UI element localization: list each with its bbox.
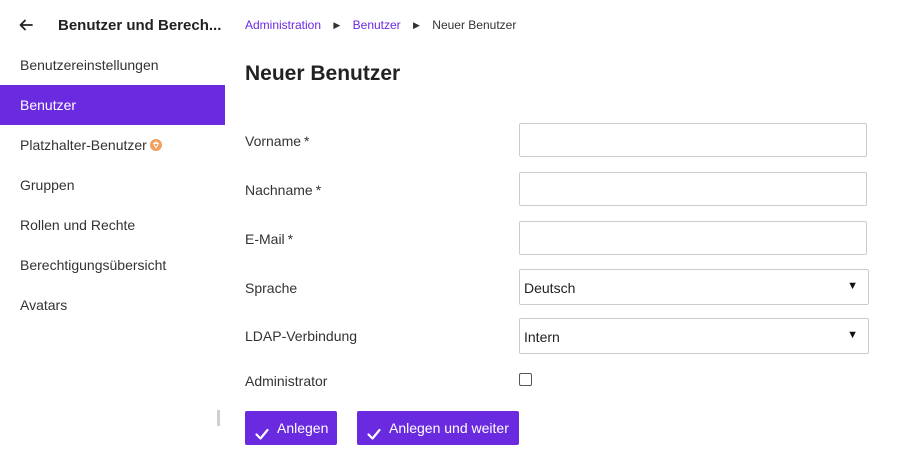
firstname-label: Vorname * xyxy=(245,133,310,149)
sidebar-item-label: Berechtigungsübersicht xyxy=(20,257,167,273)
lastname-label: Nachname * xyxy=(245,182,321,198)
arrow-left-icon[interactable] xyxy=(18,17,34,33)
ldap-label: LDAP-Verbindung xyxy=(245,328,358,344)
lastname-field[interactable] xyxy=(519,172,867,206)
email-label-text: E-Mail xyxy=(245,231,285,247)
sidebar-item-label: Rollen und Rechte xyxy=(20,217,136,233)
sidebar-item-label: Benutzereinstellungen xyxy=(20,57,159,73)
language-select-value: Deutsch xyxy=(524,280,576,296)
sidebar-item-groups[interactable]: Gruppen xyxy=(0,165,225,205)
chevron-down-icon: ▼ xyxy=(847,280,858,292)
caret-right-icon: ▶ xyxy=(413,20,420,30)
lastname-label-text: Nachname xyxy=(245,182,313,198)
sidebar-nav: Benutzereinstellungen Benutzer Platzhalt… xyxy=(0,45,225,325)
create-button-label: Anlegen xyxy=(277,420,329,436)
admin-checkbox[interactable] xyxy=(519,373,532,386)
sidebar-item-label: Platzhalter-Benutzer xyxy=(20,137,147,153)
sidebar-item-user-settings[interactable]: Benutzereinstellungen xyxy=(0,45,225,85)
sidebar-item-placeholder-users[interactable]: Platzhalter-Benutzer xyxy=(0,125,225,165)
admin-label: Administrator xyxy=(245,373,328,389)
ldap-select[interactable]: Intern ▼ xyxy=(519,318,869,354)
required-marker: * xyxy=(287,231,294,247)
sidebar-item-avatars[interactable]: Avatars xyxy=(0,285,225,325)
breadcrumb-current: Neuer Benutzer xyxy=(432,18,517,32)
enterprise-badge-icon xyxy=(149,139,162,152)
create-and-continue-button[interactable]: Anlegen und weiter xyxy=(357,411,519,445)
breadcrumb: Administration ▶ Benutzer ▶ Neuer Benutz… xyxy=(245,18,516,32)
email-field[interactable] xyxy=(519,221,867,255)
sidebar-item-label: Avatars xyxy=(20,297,68,313)
sidebar: Benutzer und Berech... Benutzereinstellu… xyxy=(0,0,225,463)
sidebar-item-permissions-overview[interactable]: Berechtigungsübersicht xyxy=(0,245,225,285)
checkmark-icon xyxy=(254,420,270,440)
breadcrumb-link-users[interactable]: Benutzer xyxy=(353,18,401,32)
sidebar-item-label: Benutzer xyxy=(20,97,77,113)
language-label: Sprache xyxy=(245,280,298,296)
email-label: E-Mail * xyxy=(245,231,293,247)
sidebar-item-roles[interactable]: Rollen und Rechte xyxy=(0,205,225,245)
sidebar-title: Benutzer und Berech... xyxy=(58,17,222,34)
page-title: Neuer Benutzer xyxy=(245,62,401,85)
required-marker: * xyxy=(315,182,322,198)
create-button[interactable]: Anlegen xyxy=(245,411,337,445)
sidebar-header: Benutzer und Berech... xyxy=(0,0,225,50)
create-and-continue-button-label: Anlegen und weiter xyxy=(389,420,509,436)
breadcrumb-link-administration[interactable]: Administration xyxy=(245,18,321,32)
caret-right-icon: ▶ xyxy=(333,20,341,30)
sidebar-resize-handle[interactable] xyxy=(217,410,220,426)
firstname-field[interactable] xyxy=(519,123,867,157)
required-marker: * xyxy=(304,133,310,149)
language-select[interactable]: Deutsch ▼ xyxy=(519,269,869,305)
firstname-label-text: Vorname xyxy=(245,133,302,149)
chevron-down-icon: ▼ xyxy=(847,329,858,341)
checkmark-icon xyxy=(366,420,382,440)
sidebar-item-label: Gruppen xyxy=(20,177,75,193)
sidebar-item-users[interactable]: Benutzer xyxy=(0,85,225,125)
ldap-select-value: Intern xyxy=(524,329,560,345)
